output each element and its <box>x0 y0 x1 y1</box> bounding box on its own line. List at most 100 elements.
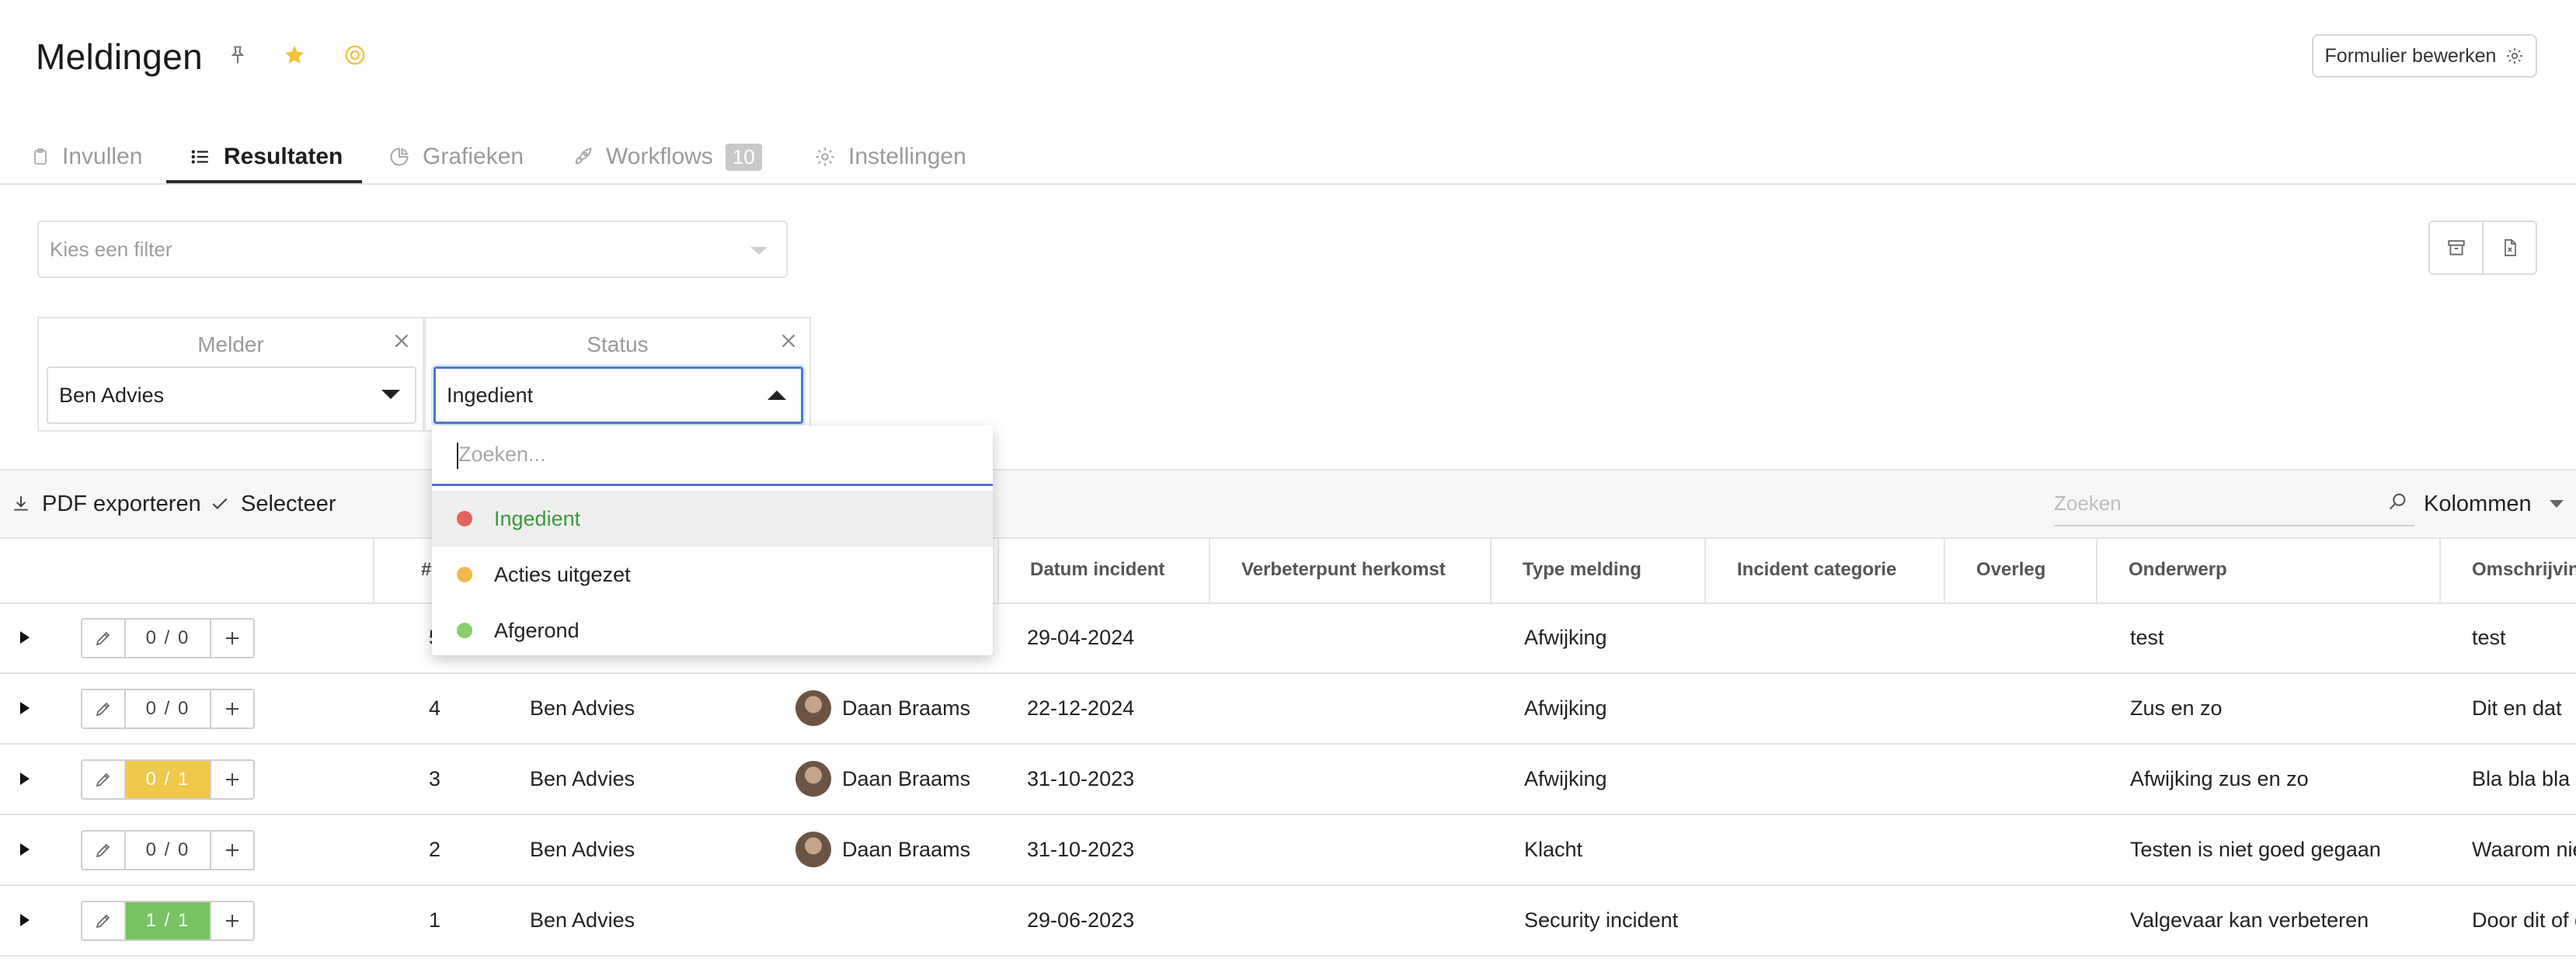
tab-invullen[interactable]: Invullen <box>31 132 142 182</box>
row-id: 2 <box>429 837 441 861</box>
target-icon[interactable] <box>343 43 367 67</box>
row-id: 4 <box>429 696 441 720</box>
row-expand-toggle[interactable] <box>19 814 31 884</box>
row-expand-toggle[interactable] <box>19 744 31 814</box>
status-option[interactable]: Afgerond <box>432 603 993 658</box>
edit-action-button[interactable] <box>82 832 126 869</box>
status-dropdown-search-placeholder: Zoeken... <box>458 443 546 466</box>
action-count: 0 / 1 <box>126 761 210 798</box>
status-option-label: Acties uitgezet <box>494 562 631 586</box>
pdf-export-button[interactable]: PDF exporteren <box>11 471 201 537</box>
facet-title: Melder <box>197 332 264 356</box>
edit-action-button[interactable] <box>82 690 126 728</box>
excel-file-icon <box>2504 239 2516 256</box>
avatar <box>795 761 831 797</box>
status-dot-icon <box>457 511 472 526</box>
active-tab-indicator <box>166 180 362 183</box>
column-header-verbeterpunt-herkomst[interactable]: Verbeterpunt herkomst <box>1209 537 1490 603</box>
pencil-icon <box>96 773 110 787</box>
facet-status: Status Ingedient <box>424 317 811 432</box>
row-melder: Ben Advies <box>530 908 635 932</box>
row-person: Daan Braams <box>842 837 971 861</box>
edit-form-button[interactable]: Formulier bewerken <box>2312 34 2537 78</box>
status-option[interactable]: Acties uitgezet <box>432 547 993 603</box>
table-row[interactable]: 0 / 0 4 Ben Advies Daan Braams 22-12-2024 Afw… <box>0 673 2576 745</box>
status-select[interactable]: Ingedient <box>433 366 803 424</box>
column-header-omschrijving[interactable]: Omschrijving <box>2439 537 2576 603</box>
tab-workflows[interactable]: Workflows 10 <box>572 132 762 182</box>
export-button-group <box>2428 221 2537 275</box>
tab-grafieken[interactable]: Grafieken <box>388 132 524 182</box>
table-row[interactable]: 0 / 1 3 Ben Advies Daan Braams 31-10-2023 Afw… <box>0 744 2576 815</box>
edit-action-button[interactable] <box>82 761 126 798</box>
add-action-button[interactable] <box>210 761 253 798</box>
pencil-icon <box>96 631 110 646</box>
column-header-type-melding[interactable]: Type melding <box>1490 537 1704 603</box>
plus-icon <box>226 844 238 856</box>
excel-export-button[interactable] <box>2482 222 2536 273</box>
action-count: 0 / 0 <box>145 839 190 860</box>
avatar <box>795 690 831 726</box>
action-counter: 0 / 0 <box>81 830 255 870</box>
row-omschrijving: Waarom nie <box>2472 837 2576 861</box>
tab-instellingen[interactable]: Instellingen <box>814 132 966 182</box>
status-dot-icon <box>457 567 472 582</box>
row-expand-toggle[interactable] <box>19 673 31 743</box>
row-expand-toggle[interactable] <box>19 885 31 955</box>
edit-action-button[interactable] <box>82 620 126 657</box>
close-icon[interactable] <box>778 331 799 351</box>
row-expand-toggle[interactable] <box>19 603 31 672</box>
column-header-onderwerp[interactable]: Onderwerp <box>2096 537 2439 603</box>
select-button[interactable]: Selecteer <box>210 471 336 537</box>
filter-select[interactable]: Kies een filter <box>37 221 788 278</box>
column-header-overleg[interactable]: Overleg <box>1944 537 2096 603</box>
row-id: 1 <box>429 908 441 932</box>
page-title: Meldingen <box>36 36 203 77</box>
facet-melder: Melder Ben Advies <box>37 317 424 432</box>
archive-button[interactable] <box>2430 222 2482 273</box>
tab-label: Instellingen <box>848 144 966 169</box>
table-row[interactable]: 1 / 1 1 Ben Advies 29-06-2023 Security incid… <box>0 885 2576 957</box>
caret-right-icon <box>20 773 30 785</box>
row-omschrijving: Dit en dat <box>2472 696 2562 720</box>
text-cursor <box>457 443 458 469</box>
add-action-button[interactable] <box>210 620 253 657</box>
pencil-icon <box>96 914 110 929</box>
pencil-icon <box>96 843 110 858</box>
status-option[interactable]: Ingedient <box>432 491 993 547</box>
row-id: 3 <box>429 766 441 790</box>
chevron-down-icon <box>750 247 768 255</box>
row-onderwerp: test <box>2130 625 2164 649</box>
status-dropdown-search-input[interactable]: Zoeken... <box>432 425 993 486</box>
chevron-down-icon <box>2549 500 2564 508</box>
row-datum-incident: 31-10-2023 <box>1027 837 1135 861</box>
plus-icon <box>226 915 238 927</box>
add-action-button[interactable] <box>210 902 253 939</box>
pin-icon[interactable] <box>227 43 249 67</box>
action-count: 0 / 0 <box>145 698 190 719</box>
melder-select[interactable]: Ben Advies <box>47 366 416 424</box>
close-icon[interactable] <box>392 331 412 351</box>
star-icon[interactable] <box>283 43 306 67</box>
table-search-input[interactable]: Zoeken <box>2054 481 2414 526</box>
archive-icon <box>2447 240 2465 255</box>
workflows-count-badge: 10 <box>725 143 762 171</box>
tab-resultaten[interactable]: Resultaten <box>190 132 343 182</box>
list-icon <box>191 150 208 164</box>
edit-action-button[interactable] <box>82 902 126 939</box>
add-action-button[interactable] <box>210 832 253 869</box>
action-count: 1 / 1 <box>126 902 210 939</box>
table-row[interactable]: 0 / 0529-04-2024Afwijkingtesttest <box>0 603 2576 674</box>
columns-dropdown[interactable]: Kolommen <box>2424 471 2564 537</box>
row-datum-incident: 31-10-2023 <box>1027 766 1135 790</box>
add-action-button[interactable] <box>210 690 253 728</box>
row-onderwerp: Valgevaar kan verbeteren <box>2130 908 2369 932</box>
column-header-incident-categorie[interactable]: Incident categorie <box>1704 537 1944 603</box>
row-type-melding: Afwijking <box>1524 625 1607 649</box>
pencil-icon <box>96 702 110 717</box>
search-icon <box>2389 493 2406 510</box>
column-header-datum-incident[interactable]: Datum incident <box>997 537 1209 603</box>
row-omschrijving: Door dit of d <box>2472 908 2576 932</box>
row-onderwerp: Afwijking zus en zo <box>2130 766 2309 790</box>
table-row[interactable]: 0 / 0 2 Ben Advies Daan Braams 31-10-2023 Kla… <box>0 814 2576 886</box>
